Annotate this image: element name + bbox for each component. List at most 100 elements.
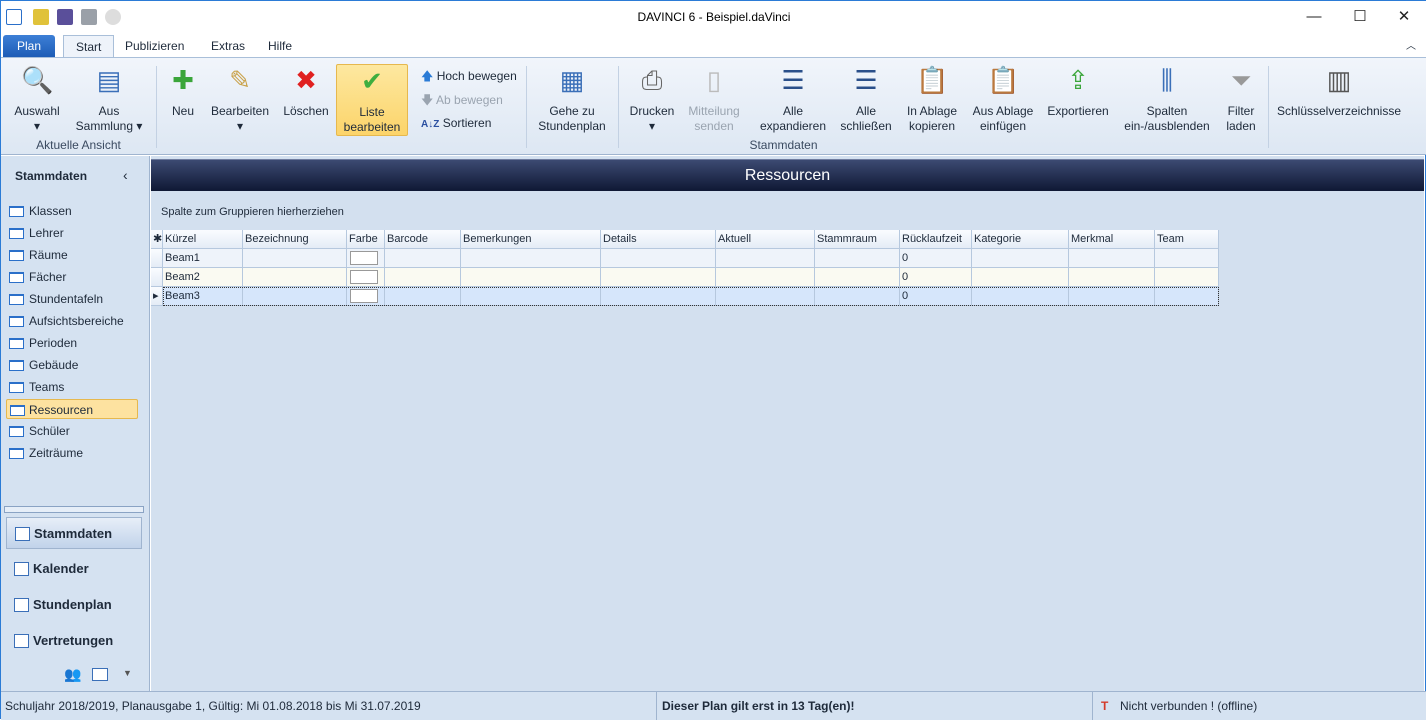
ribbon-button-filter-laden[interactable]: ⏷ Filter laden (1221, 64, 1261, 134)
ribbon-button-schlüsselverzeichnisse[interactable]: ▥ Schlüsselverzeichnisse (1276, 64, 1402, 134)
table-cell-barcode[interactable] (385, 287, 461, 306)
table-cell-kategorie[interactable] (972, 268, 1069, 287)
table-cell-merkmal[interactable] (1069, 268, 1155, 287)
table-cell-bezeichnung[interactable] (243, 268, 347, 287)
table-cell-rücklaufzeit[interactable]: 0 (900, 249, 972, 268)
column-header-farbe[interactable]: Farbe (347, 230, 385, 249)
sidebar-item-klassen[interactable]: Klassen (9, 201, 141, 221)
table-cell-details[interactable] (601, 249, 716, 268)
ribbon-button-mitteilung-senden[interactable]: ▯ Mitteilung senden (683, 64, 745, 134)
column-header-bezeichnung[interactable]: Bezeichnung (243, 230, 347, 249)
table-cell-stammraum[interactable] (815, 287, 900, 306)
table-cell-rücklaufzeit[interactable]: 0 (900, 268, 972, 287)
table-cell-team[interactable] (1155, 287, 1219, 306)
ribbon-button-alle-expandieren[interactable]: ☰ Alle expandieren (755, 64, 831, 134)
table-cell-farbe[interactable] (347, 249, 385, 268)
calendar-icon[interactable] (92, 668, 108, 681)
color-swatch[interactable] (350, 270, 378, 284)
ribbon-button-gehe-zu-stundenplan[interactable]: ▦ Gehe zu Stundenplan (533, 64, 611, 134)
table-cell-bemerkungen[interactable] (461, 287, 601, 306)
ribbon-button-alle-schließen[interactable]: ☰ Alle schließen (836, 64, 896, 134)
collapse-ribbon-icon[interactable]: ︿ (1406, 37, 1416, 52)
ribbon-button-liste-bearbeiten[interactable]: ✔ Liste bearbeiten (336, 64, 408, 136)
select-all-corner[interactable]: ✱ (151, 230, 163, 249)
table-cell-farbe[interactable] (347, 287, 385, 306)
tab-extras[interactable]: Extras (199, 35, 257, 58)
ribbon-button-auswahl[interactable]: 🔍 Auswahl ▾ (11, 64, 63, 134)
sidebar-item-lehrer[interactable]: Lehrer (9, 223, 141, 243)
ribbon-button-aus-ablage-einfügen[interactable]: 📋 Aus Ablage einfügen (967, 64, 1039, 134)
table-cell-bemerkungen[interactable] (461, 249, 601, 268)
tab-start[interactable]: Start (63, 35, 115, 58)
section-stammdaten[interactable]: Stammdaten (6, 517, 142, 549)
color-swatch[interactable] (350, 289, 378, 303)
ribbon-button-spalten-ein-ausblenden[interactable]: ⫼ Spalten ein-/ausblenden (1118, 64, 1216, 134)
sortieren-button[interactable]: A↓Z Sortieren (421, 113, 491, 133)
column-header-rücklaufzeit[interactable]: Rücklaufzeit (900, 230, 972, 249)
tab-hilfe[interactable]: Hilfe (256, 35, 304, 58)
collapse-sidebar-button[interactable]: ‹ (123, 167, 128, 183)
table-cell-kürzel[interactable]: Beam1 (163, 249, 243, 268)
sidebar-item-aufsichtsbereiche[interactable]: Aufsichtsbereiche (9, 311, 141, 331)
ab-bewegen-button[interactable]: 🡇 Ab bewegen (421, 90, 503, 110)
section-vertretungen[interactable]: Vertretungen (6, 625, 142, 657)
table-cell-details[interactable] (601, 287, 716, 306)
column-header-team[interactable]: Team (1155, 230, 1219, 249)
table-cell-kürzel[interactable]: Beam3 (163, 287, 243, 306)
sidebar-item-ressourcen[interactable]: Ressourcen (6, 399, 138, 419)
table-cell-bezeichnung[interactable] (243, 287, 347, 306)
ribbon-button-in-ablage-kopieren[interactable]: 📋 In Ablage kopieren (901, 64, 963, 134)
sidebar-item-teams[interactable]: Teams (9, 377, 141, 397)
ribbon-button-bearbeiten[interactable]: ✎ Bearbeiten ▾ (207, 64, 273, 134)
group-by-area[interactable]: Spalte zum Gruppieren hierherziehen (161, 206, 344, 218)
table-cell-kategorie[interactable] (972, 249, 1069, 268)
hoch-bewegen-button[interactable]: 🡅 Hoch bewegen (421, 66, 517, 86)
ribbon-button-exportieren[interactable]: ⇪ Exportieren (1043, 64, 1113, 134)
tab-publizieren[interactable]: Publizieren (113, 35, 196, 58)
table-cell-bezeichnung[interactable] (243, 249, 347, 268)
section-kalender[interactable]: Kalender (6, 553, 142, 585)
table-cell-team[interactable] (1155, 249, 1219, 268)
column-header-bemerkungen[interactable]: Bemerkungen (461, 230, 601, 249)
row-indicator[interactable] (151, 249, 163, 268)
table-cell-barcode[interactable] (385, 268, 461, 287)
close-button[interactable]: ✕ (1381, 1, 1426, 33)
table-cell-aktuell[interactable] (716, 249, 815, 268)
sidebar-item-gebäude[interactable]: Gebäude (9, 355, 141, 375)
column-header-stammraum[interactable]: Stammraum (815, 230, 900, 249)
splitter[interactable] (4, 506, 144, 513)
table-cell-aktuell[interactable] (716, 268, 815, 287)
column-header-merkmal[interactable]: Merkmal (1069, 230, 1155, 249)
section-stundenplan[interactable]: Stundenplan (6, 589, 142, 621)
row-indicator[interactable] (151, 268, 163, 287)
users-icon[interactable]: 👥 (64, 666, 81, 683)
color-swatch[interactable] (350, 251, 378, 265)
table-cell-aktuell[interactable] (716, 287, 815, 306)
tab-plan[interactable]: Plan (3, 35, 55, 58)
table-cell-bemerkungen[interactable] (461, 268, 601, 287)
ribbon-button-aus-sammlung-[interactable]: ▤ Aus Sammlung ▾ (73, 64, 145, 134)
sidebar-item-zeiträume[interactable]: Zeiträume (9, 443, 141, 463)
sidebar-item-perioden[interactable]: Perioden (9, 333, 141, 353)
table-cell-kürzel[interactable]: Beam2 (163, 268, 243, 287)
sidebar-item-fächer[interactable]: Fächer (9, 267, 141, 287)
ribbon-button-löschen[interactable]: ✖ Löschen (279, 64, 333, 134)
column-header-kürzel[interactable]: Kürzel (163, 230, 243, 249)
column-header-barcode[interactable]: Barcode (385, 230, 461, 249)
table-cell-stammraum[interactable] (815, 249, 900, 268)
ribbon-button-neu[interactable]: ✚ Neu (163, 64, 203, 134)
table-cell-kategorie[interactable] (972, 287, 1069, 306)
table-cell-rücklaufzeit[interactable]: 0 (900, 287, 972, 306)
more-dropdown-icon[interactable]: ▼ (123, 668, 132, 678)
table-cell-barcode[interactable] (385, 249, 461, 268)
sidebar-item-stundentafeln[interactable]: Stundentafeln (9, 289, 141, 309)
column-header-kategorie[interactable]: Kategorie (972, 230, 1069, 249)
ribbon-button-drucken[interactable]: ⎙ Drucken ▾ (625, 64, 679, 134)
table-cell-farbe[interactable] (347, 268, 385, 287)
table-cell-stammraum[interactable] (815, 268, 900, 287)
sidebar-item-räume[interactable]: Räume (9, 245, 141, 265)
maximize-button[interactable]: ☐ (1337, 1, 1383, 33)
table-cell-team[interactable] (1155, 268, 1219, 287)
row-indicator[interactable]: ▸ (151, 287, 163, 306)
column-header-details[interactable]: Details (601, 230, 716, 249)
